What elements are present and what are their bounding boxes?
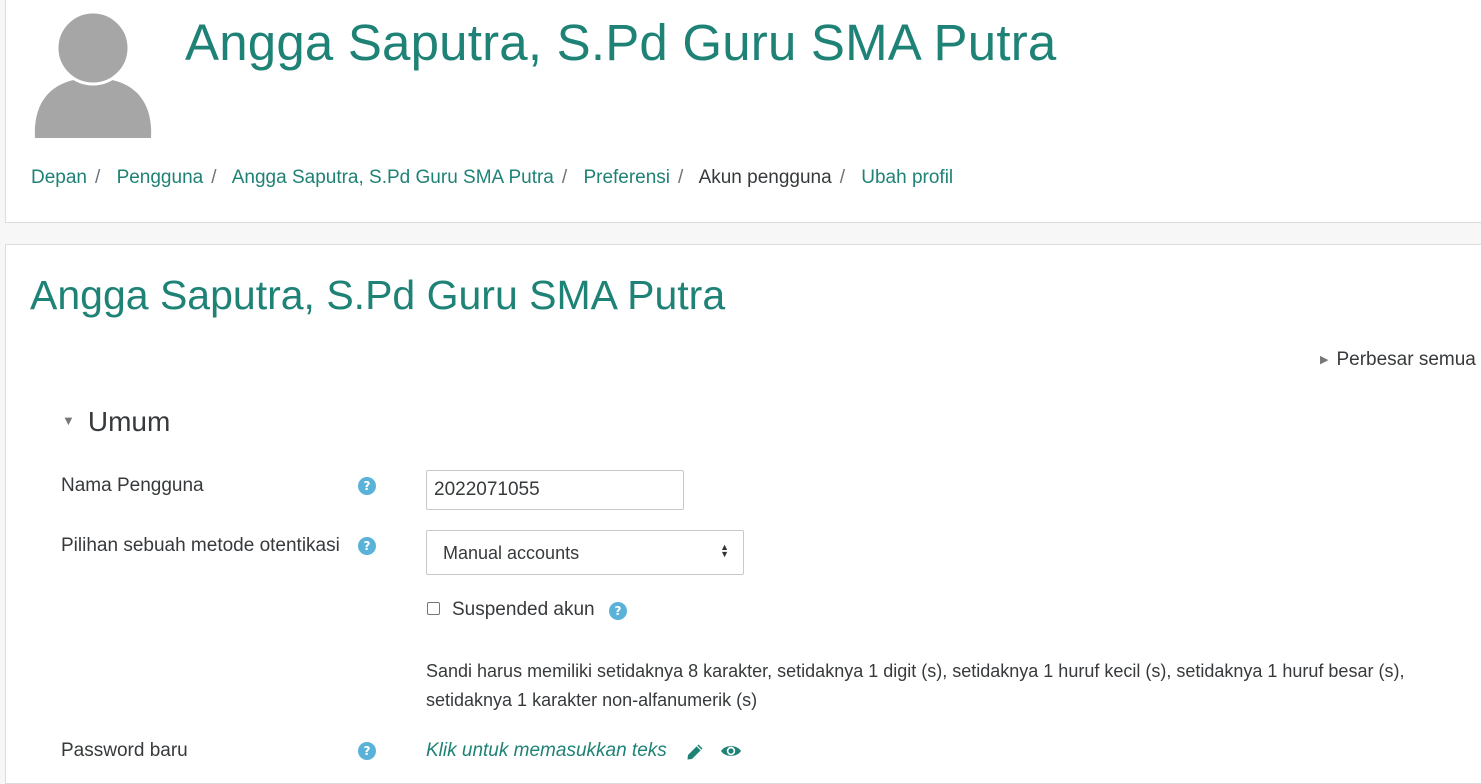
- eye-icon[interactable]: [720, 743, 742, 759]
- breadcrumb-edit-profile[interactable]: Ubah profil: [861, 167, 953, 188]
- auth-method-select[interactable]: Manual accounts ▲ ▼: [426, 530, 744, 575]
- page-title: Angga Saputra, S.Pd Guru SMA Putra: [30, 272, 726, 318]
- auth-method-value: Manual accounts: [443, 543, 580, 563]
- pencil-icon[interactable]: [686, 743, 704, 761]
- breadcrumb-separator: /: [561, 167, 568, 188]
- suspended-checkbox[interactable]: [427, 602, 440, 615]
- breadcrumb-user-account: Akun pengguna: [698, 167, 832, 188]
- breadcrumb-user-profile[interactable]: Angga Saputra, S.Pd Guru SMA Putra: [232, 167, 554, 188]
- new-password-edit-link[interactable]: Klik untuk memasukkan teks: [426, 740, 667, 762]
- expand-all-label: Perbesar semua: [1336, 349, 1476, 370]
- caret-down-icon: ▼: [62, 413, 75, 428]
- breadcrumb-separator: /: [211, 167, 217, 188]
- suspended-label[interactable]: Suspended akun: [452, 599, 595, 621]
- username-input[interactable]: [426, 470, 684, 510]
- sort-arrows-icon: ▲ ▼: [720, 542, 729, 559]
- breadcrumb-separator: /: [95, 167, 101, 188]
- password-rules-text: Sandi harus memiliki setidaknya 8 karakt…: [426, 661, 1405, 710]
- section-title: Umum: [87, 406, 171, 437]
- breadcrumb-preferences[interactable]: Preferensi: [583, 167, 670, 188]
- username-label: Nama Pengguna: [61, 475, 204, 496]
- auth-method-label: Pilihan sebuah metode otentikasi: [61, 535, 340, 556]
- breadcrumb-separator: /: [678, 167, 684, 188]
- help-icon[interactable]: ?: [358, 742, 376, 760]
- breadcrumb-separator: /: [839, 167, 845, 188]
- breadcrumb: Depan / Pengguna / Angga Saputra, S.Pd Gur…: [31, 167, 953, 189]
- user-avatar-icon[interactable]: [30, 8, 156, 138]
- help-icon[interactable]: ?: [358, 537, 376, 555]
- help-icon[interactable]: ?: [609, 602, 627, 620]
- page-header-title: Angga Saputra, S.Pd Guru SMA Putra: [185, 14, 1057, 71]
- new-password-label: Password baru: [61, 740, 188, 761]
- section-toggle-general[interactable]: ▼ Umum: [62, 406, 170, 438]
- help-icon[interactable]: ?: [358, 477, 376, 495]
- breadcrumb-home[interactable]: Depan: [31, 167, 87, 188]
- expand-all-link[interactable]: ▶ Perbesar semua: [1320, 349, 1476, 371]
- breadcrumb-users[interactable]: Pengguna: [117, 167, 204, 188]
- caret-right-icon: ▶: [1320, 354, 1329, 366]
